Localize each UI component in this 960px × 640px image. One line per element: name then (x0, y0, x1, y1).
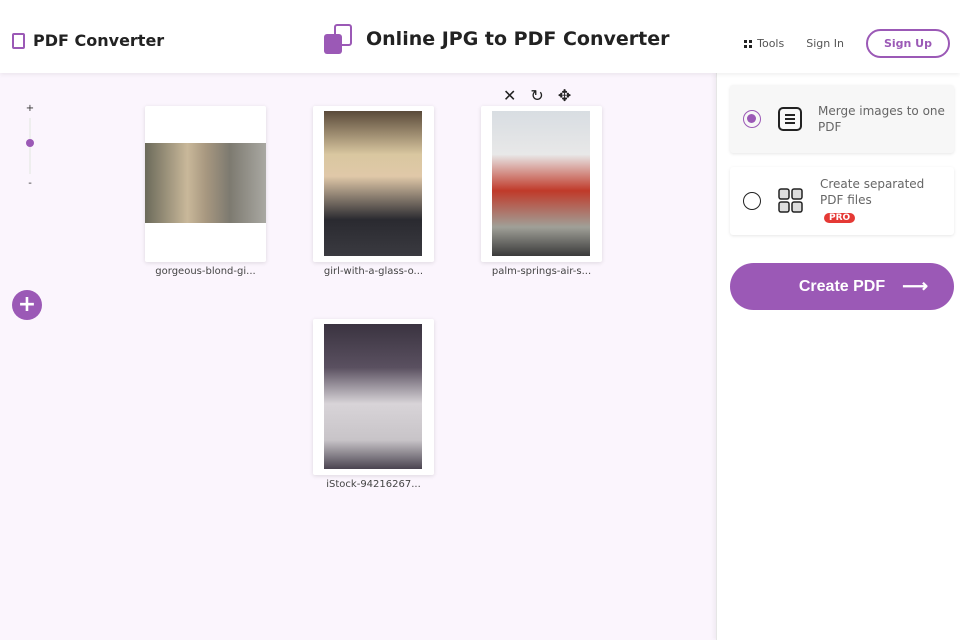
remove-icon[interactable]: ✕ (503, 86, 516, 105)
image-thumbnail (324, 324, 422, 469)
image-thumbnail (145, 143, 266, 223)
tools-label: Tools (757, 37, 785, 50)
create-pdf-button[interactable]: Create PDF ⟶ (730, 263, 954, 310)
file-name: girl-with-a-glass-o... (323, 266, 424, 277)
tools-menu[interactable]: Tools (744, 37, 784, 50)
options-sidebar: Merge images to one PDF Create separated… (716, 73, 960, 640)
image-card[interactable]: iStock-94216267... (313, 319, 434, 490)
grid-icon (744, 39, 753, 48)
page-title-text: Online JPG to PDF Converter (366, 28, 670, 50)
merge-option[interactable]: Merge images to one PDF (730, 85, 954, 153)
separate-option-text: Create separated PDF files PRO (820, 176, 954, 226)
image-thumbnail (324, 111, 422, 256)
zoom-slider[interactable]: + - (24, 103, 36, 189)
pro-badge: PRO (824, 213, 856, 223)
logo-text: PDF Converter (33, 31, 165, 50)
move-icon[interactable]: ✥ (558, 86, 571, 105)
merge-option-label: Merge images to one PDF (818, 104, 945, 134)
jpg-to-pdf-icon (324, 24, 354, 54)
sign-in-link[interactable]: Sign In (806, 37, 844, 50)
image-actions: ✕ ↻ ✥ (503, 86, 571, 105)
multiple-documents-icon (778, 188, 803, 213)
zoom-thumb[interactable] (26, 138, 34, 147)
zoom-in-button[interactable]: + (24, 103, 36, 114)
image-thumbnail (492, 111, 590, 256)
rotate-icon[interactable]: ↻ (530, 86, 543, 105)
top-nav: Tools Sign In Sign Up (744, 29, 950, 58)
arrow-right-icon: ⟶ (902, 276, 928, 296)
image-card[interactable]: palm-springs-air-s... (481, 106, 602, 277)
zoom-out-button[interactable]: - (24, 178, 36, 189)
create-pdf-label: Create PDF (798, 277, 886, 295)
add-images-button[interactable]: + (12, 290, 42, 320)
single-document-icon (778, 107, 802, 131)
document-icon (12, 32, 25, 49)
merge-radio[interactable] (743, 110, 761, 128)
image-canvas: + - + ✕ ↻ ✥ gorgeous-blond-gi... girl-wi… (0, 73, 716, 640)
sign-up-button[interactable]: Sign Up (865, 29, 950, 58)
file-name: palm-springs-air-s... (491, 266, 592, 277)
file-name: gorgeous-blond-gi... (155, 266, 256, 277)
separate-option[interactable]: Create separated PDF files PRO (730, 167, 954, 235)
separate-option-label: Create separated PDF files (820, 177, 925, 207)
header: PDF Converter Online JPG to PDF Converte… (0, 0, 960, 73)
zoom-track[interactable] (26, 118, 34, 174)
image-card[interactable]: gorgeous-blond-gi... (145, 106, 266, 277)
image-card[interactable]: girl-with-a-glass-o... (313, 106, 434, 277)
logo[interactable]: PDF Converter (12, 31, 164, 50)
page-title: Online JPG to PDF Converter (324, 24, 669, 54)
file-name: iStock-94216267... (326, 479, 421, 490)
separate-radio[interactable] (743, 192, 761, 210)
